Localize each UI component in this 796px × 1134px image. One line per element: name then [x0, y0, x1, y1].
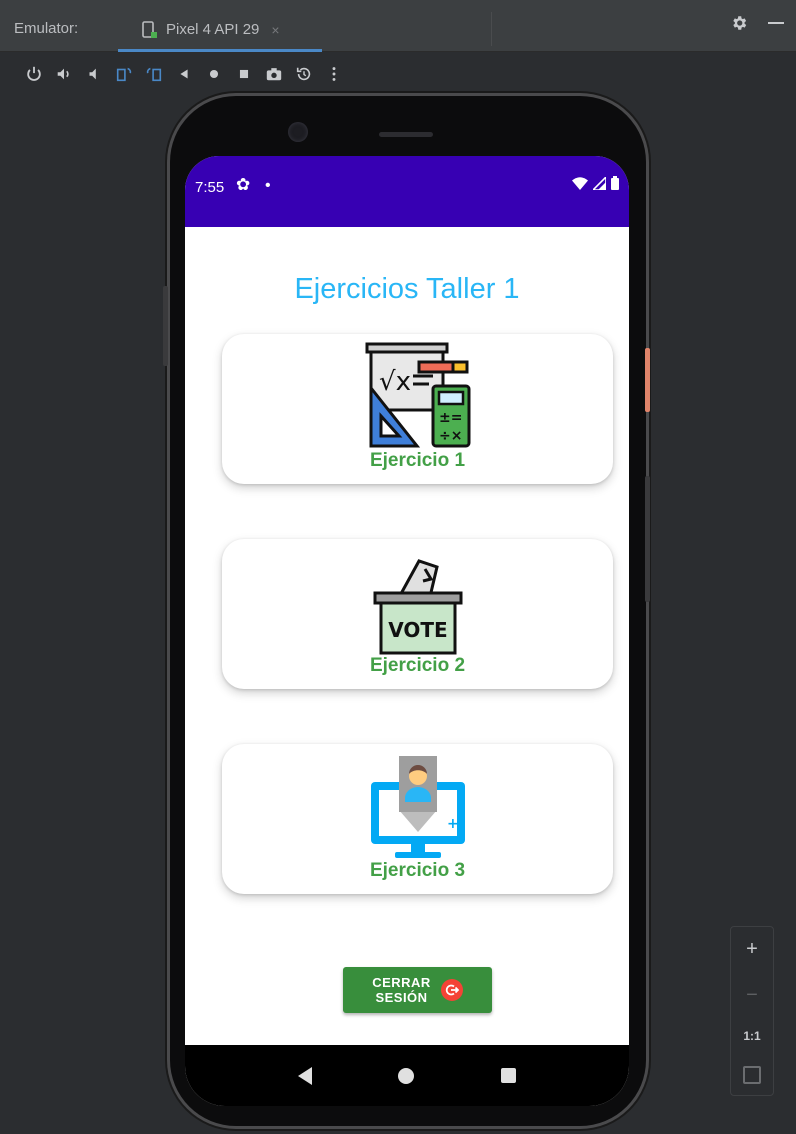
computer-user-icon: + [363, 752, 473, 860]
exercise-3-card[interactable]: + Ejercicio 3 [222, 744, 613, 894]
svg-text:+: + [447, 816, 459, 832]
vote-text: VOTE [388, 618, 447, 642]
snapshot-icon[interactable] [290, 62, 317, 86]
device-icon [142, 20, 157, 38]
status-time: 7:55 [195, 179, 225, 196]
notification-dot-icon: • [265, 177, 271, 194]
device-tab-label: Pixel 4 API 29 [166, 21, 260, 38]
logout-label-line1: CERRAR [372, 975, 431, 990]
screenshot-icon[interactable] [260, 62, 287, 86]
tab-close-icon[interactable]: × [271, 22, 279, 38]
actual-size-button[interactable]: 1:1 [743, 1029, 760, 1043]
emulator-titlebar: Emulator: Pixel 4 API 29 × [0, 0, 796, 52]
status-bar: 7:55 ✿ • [185, 156, 629, 227]
exercise-3-label: Ejercicio 3 [369, 860, 466, 881]
ballot-box-icon: VOTE [363, 547, 473, 655]
front-camera [288, 122, 308, 142]
home-icon[interactable] [200, 62, 227, 86]
rotate-right-icon[interactable] [140, 62, 167, 86]
nav-back-icon[interactable] [298, 1066, 313, 1085]
fit-screen-icon[interactable] [743, 1065, 761, 1084]
nav-recents-icon[interactable] [500, 1068, 516, 1083]
emulator-label: Emulator: [14, 20, 79, 37]
logout-button-label: CERRAR SESIÓN [372, 975, 431, 1005]
svg-text:√x: √x [379, 367, 411, 397]
zoom-in-button[interactable]: + [746, 938, 758, 961]
svg-text:÷×: ÷× [439, 428, 462, 444]
nav-home-icon[interactable] [398, 1067, 415, 1084]
navigation-bar [185, 1045, 629, 1106]
minimize-icon[interactable] [768, 22, 784, 24]
logout-label-line2: SESIÓN [375, 990, 428, 1005]
status-icons [571, 175, 619, 194]
volume-side-button[interactable] [645, 476, 650, 602]
title-actions [730, 14, 784, 32]
more-icon[interactable] [320, 62, 347, 86]
math-tools-icon: √x ±= ÷× [363, 342, 473, 450]
exercise-1-card[interactable]: √x ±= ÷× Ejercicio 1 [222, 334, 613, 484]
exercise-2-label: Ejercicio 2 [369, 655, 466, 676]
battery-icon [611, 176, 619, 190]
earpiece [379, 132, 433, 137]
exercise-2-card[interactable]: VOTE Ejercicio 2 [222, 539, 613, 689]
page-title: Ejercicios Taller 1 [294, 273, 520, 305]
tab-separator [491, 12, 492, 46]
device-tab[interactable]: Pixel 4 API 29 × [118, 10, 322, 52]
svg-text:±=: ±= [439, 410, 462, 426]
settings-gear-icon[interactable] [730, 14, 748, 32]
volume-down-icon[interactable] [80, 62, 107, 86]
zoom-panel: + − 1:1 [730, 926, 774, 1096]
emulator-toolbar [0, 54, 796, 94]
volume-up-icon[interactable] [50, 62, 77, 86]
signal-icon [590, 175, 607, 191]
power-side-button[interactable] [645, 348, 650, 412]
logout-icon [440, 979, 463, 1001]
power-icon[interactable] [20, 62, 47, 86]
zoom-out-button[interactable]: − [746, 984, 758, 1007]
side-button-left [163, 286, 168, 366]
wifi-icon [571, 177, 588, 190]
status-settings-icon: ✿ [236, 175, 251, 194]
device-screen: 7:55 ✿ • Ejercicios Taller 1 √x ±= ÷× Ej… [185, 156, 629, 1106]
exercise-1-label: Ejercicio 1 [369, 450, 466, 471]
device-frame: 7:55 ✿ • Ejercicios Taller 1 √x ±= ÷× Ej… [163, 96, 650, 1126]
logout-button[interactable]: CERRAR SESIÓN [343, 967, 492, 1013]
back-icon[interactable] [170, 62, 197, 86]
overview-icon[interactable] [230, 62, 257, 86]
rotate-left-icon[interactable] [110, 62, 137, 86]
